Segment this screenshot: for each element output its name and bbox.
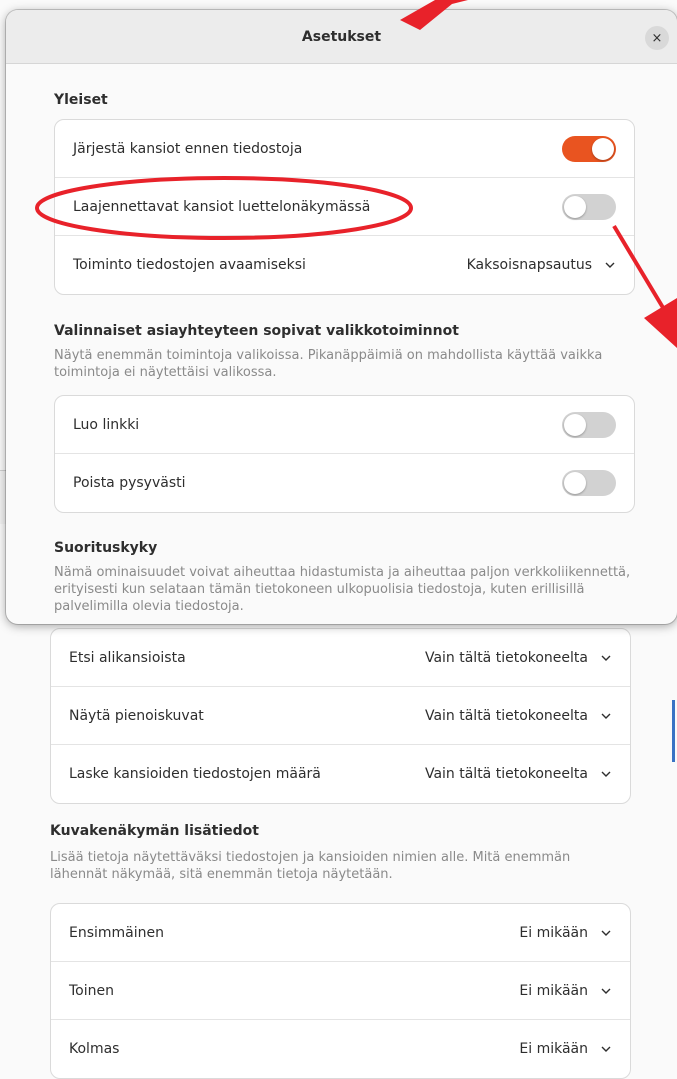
close-icon: ×: [651, 30, 663, 46]
row-value: Ei mikään: [519, 924, 588, 941]
performance-heading: Suorituskyky: [54, 540, 158, 556]
chevron-down-icon: [601, 930, 611, 936]
close-button[interactable]: ×: [645, 26, 669, 50]
background-window-edge-accent: [672, 700, 675, 762]
delete-permanently-toggle[interactable]: [562, 470, 616, 496]
caption-third-row[interactable]: Kolmas Ei mikään: [51, 1020, 630, 1078]
row-label: Järjestä kansiot ennen tiedostoja: [73, 140, 303, 157]
create-link-row[interactable]: Luo linkki: [55, 396, 634, 454]
general-heading: Yleiset: [54, 92, 108, 108]
sort-folders-row[interactable]: Järjestä kansiot ennen tiedostoja: [55, 120, 634, 178]
search-subfolders-row[interactable]: Etsi alikansioista Vain tältä tietokonee…: [51, 629, 630, 687]
chevron-down-icon: [601, 771, 611, 777]
caption-second-row[interactable]: Toinen Ei mikään: [51, 962, 630, 1020]
row-value: Ei mikään: [519, 982, 588, 999]
count-files-row[interactable]: Laske kansioiden tiedostojen määrä Vain …: [51, 745, 630, 803]
expandable-folders-toggle[interactable]: [562, 193, 616, 220]
row-label: Etsi alikansioista: [69, 649, 186, 666]
caption-first-row[interactable]: Ensimmäinen Ei mikään: [51, 904, 630, 962]
performance-settings-group: Etsi alikansioista Vain tältä tietokonee…: [50, 628, 631, 804]
chevron-down-icon: [601, 655, 611, 661]
dialog-title: Asetukset: [301, 28, 382, 45]
performance-description: Nämä ominaisuudet voivat aiheuttaa hidas…: [54, 565, 631, 614]
row-value: Vain tältä tietokoneelta: [424, 649, 588, 666]
context-menu-group: Luo linkki Poista pysyvästi: [54, 395, 635, 513]
sort-folders-toggle[interactable]: [562, 135, 616, 162]
row-value: Vain tältä tietokoneelta: [424, 766, 588, 782]
row-label: Ensimmäinen: [69, 924, 165, 941]
row-label: Laajennettavat kansiot luettelonäkymässä: [73, 198, 371, 215]
row-label: Laske kansioiden tiedostojen määrä: [69, 766, 321, 782]
show-thumbnails-row[interactable]: Näytä pienoiskuvat Vain tältä tietokonee…: [51, 687, 630, 745]
delete-permanently-row[interactable]: Poista pysyvästi: [55, 454, 634, 512]
toggle-knob: [564, 472, 586, 494]
icon-view-captions-group: Ensimmäinen Ei mikään Toinen Ei mikään K…: [50, 903, 631, 1079]
toggle-knob: [592, 137, 614, 160]
row-value: Ei mikään: [519, 1041, 588, 1057]
chevron-down-icon: [605, 262, 615, 268]
icon-view-description: Lisää tietoja näytettäväksi tiedostojen …: [50, 850, 571, 882]
row-label: Luo linkki: [73, 416, 140, 433]
open-action-row[interactable]: Toiminto tiedostojen avaamiseksi Kaksois…: [55, 236, 634, 294]
row-label: Näytä pienoiskuvat: [69, 707, 204, 724]
toggle-knob: [564, 195, 586, 218]
toggle-knob: [564, 413, 586, 436]
row-label: Toiminto tiedostojen avaamiseksi: [73, 257, 306, 273]
dialog-titlebar[interactable]: Asetukset ×: [6, 10, 677, 64]
context-menu-description: Näytä enemmän toimintoja valikoissa. Pik…: [54, 348, 603, 380]
expandable-folders-row[interactable]: Laajennettavat kansiot luettelonäkymässä: [55, 178, 634, 236]
icon-view-heading: Kuvakenäkymän lisätiedot: [50, 823, 259, 839]
general-settings-group: Järjestä kansiot ennen tiedostoja Laajen…: [54, 119, 635, 295]
row-label: Toinen: [69, 982, 114, 999]
chevron-down-icon: [601, 713, 611, 719]
row-label: Kolmas: [69, 1041, 120, 1057]
create-link-toggle[interactable]: [562, 411, 616, 438]
row-value: Vain tältä tietokoneelta: [424, 707, 588, 724]
chevron-down-icon: [601, 988, 611, 994]
open-action-value: Kaksoisnapsautus: [466, 257, 592, 273]
row-label: Poista pysyvästi: [73, 475, 186, 491]
preferences-dialog: Asetukset × Yleiset Järjestä kansiot enn…: [6, 10, 677, 624]
chevron-down-icon: [601, 1046, 611, 1052]
context-menu-heading: Valinnaiset asiayhteyteen sopivat valikk…: [54, 323, 459, 339]
